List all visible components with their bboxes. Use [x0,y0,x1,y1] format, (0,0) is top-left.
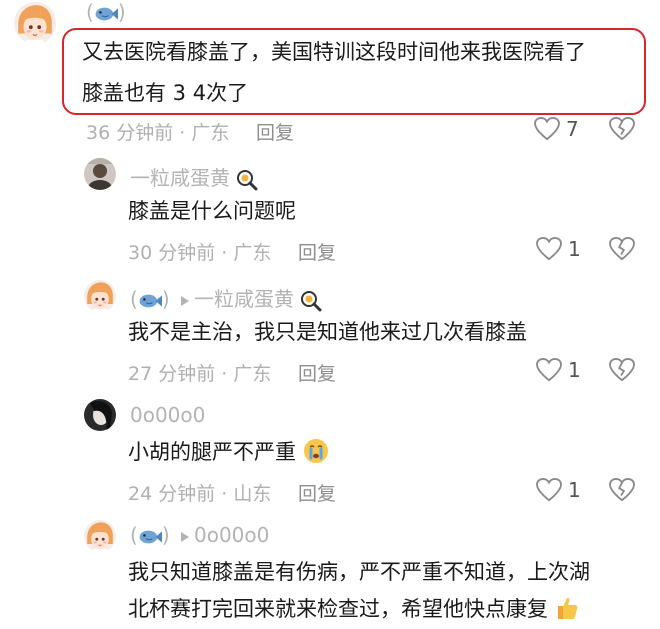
crying-face-emoji-icon [303,439,328,463]
avatar[interactable] [84,280,116,312]
avatar[interactable] [84,158,116,190]
like-count: 1 [568,237,581,261]
comment-text: 我只知道膝盖是有伤病，严不严重不知道，上次湖 [128,560,590,584]
reply-to-name[interactable]: 0o00o0 [194,523,269,547]
heart-icon[interactable] [536,358,562,382]
comment-meta: 24 分钟前 · 山东 [128,483,272,505]
avatar[interactable] [84,399,116,431]
broken-heart-icon[interactable] [609,478,635,502]
comment-text: 膝盖是什么问题呢 [128,199,296,223]
comment-text: 又去医院看膝盖了，美国特训这段时间他来我医院看了 [82,40,586,64]
fish-emoji-icon [138,528,162,546]
magnifier-egg-emoji-icon [301,290,322,311]
comment-text: 北杯赛打完回来就来检查过，希望他快点康复 [128,589,579,629]
heart-icon[interactable] [536,478,562,502]
author-paren: ) [117,0,126,24]
broken-heart-icon[interactable] [609,237,635,261]
like-count: 1 [568,358,581,382]
comment-author[interactable]: () 一粒咸蛋黄 [130,283,322,312]
comment-text: 膝盖也有 3 4次了 [82,81,249,105]
avatar[interactable] [14,2,56,44]
comment-meta: 27 分钟前 · 广东 [128,363,272,385]
comment-text-body: 北杯赛打完回来就来检查过，希望他快点康复 [128,597,548,621]
comment-text: 我不是主治，我只是知道他来过几次看膝盖 [128,320,527,344]
comment-author[interactable]: () [86,0,126,24]
reply-button[interactable]: 回复 [298,359,336,386]
avatar[interactable] [84,520,116,552]
comment-author[interactable]: 一粒咸蛋黄 [130,162,258,191]
heart-icon[interactable] [536,237,562,261]
fish-emoji-icon [138,292,162,310]
comment-meta: 36 分钟前 · 广东 [86,122,230,144]
reply-button[interactable]: 回复 [298,238,336,265]
heart-icon[interactable] [534,117,560,141]
play-arrow-icon [180,295,189,306]
author-paren: ( [86,0,94,24]
broken-heart-icon[interactable] [609,117,635,141]
comment-text: 小胡的腿严不严重 [128,432,329,472]
fish-emoji-icon [94,5,118,23]
broken-heart-icon[interactable] [609,358,635,382]
reply-button[interactable]: 回复 [298,479,336,506]
reply-to-name[interactable]: 一粒咸蛋黄 [194,287,294,311]
like-count: 7 [566,117,579,141]
reply-button[interactable]: 回复 [256,118,294,145]
comment-text-body: 小胡的腿严不严重 [128,440,296,464]
comment-meta: 30 分钟前 · 广东 [128,242,272,264]
comment-author[interactable]: () 0o00o0 [130,523,269,547]
magnifier-egg-emoji-icon [237,169,258,190]
play-arrow-icon [180,531,189,542]
thumbs-up-emoji-icon [557,597,578,619]
like-count: 1 [568,478,581,502]
comment-author[interactable]: 0o00o0 [130,403,205,427]
